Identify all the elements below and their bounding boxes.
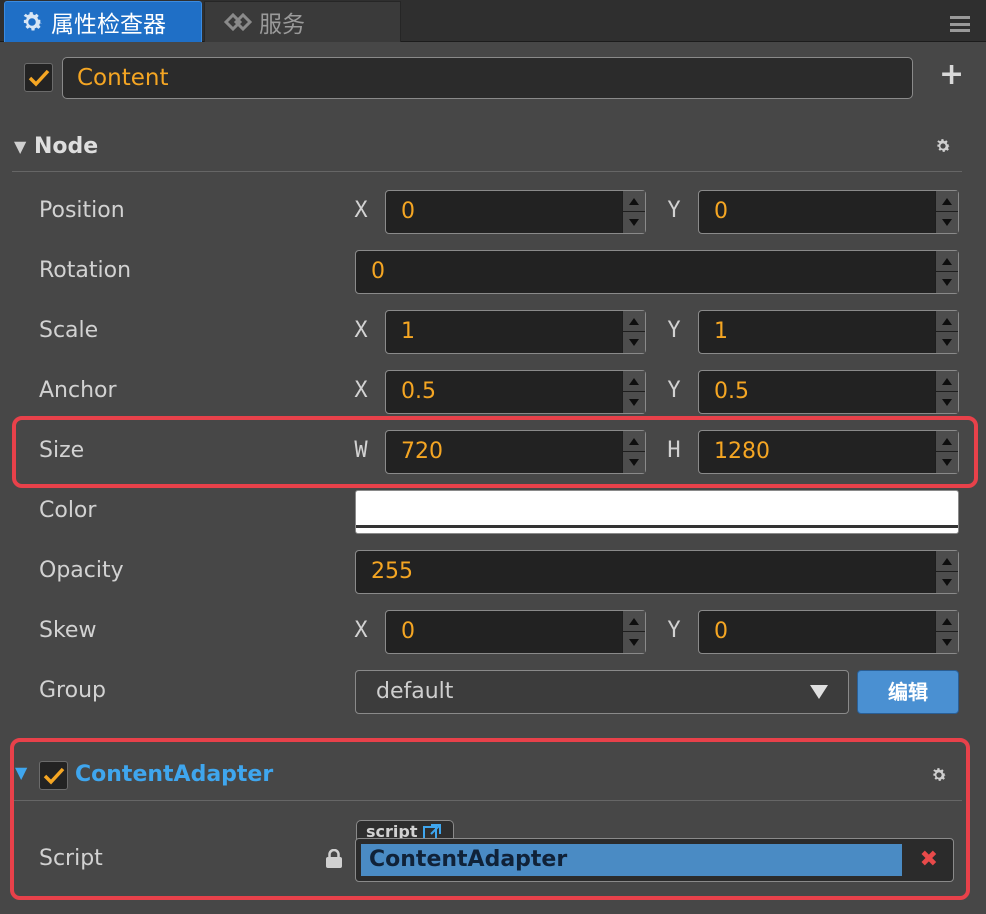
position-x-value: 0	[401, 199, 415, 224]
tab-inspector-label: 属性检查器	[51, 12, 166, 38]
color-picker[interactable]	[355, 490, 959, 534]
scale-x-label: X	[354, 318, 368, 343]
checkmark-icon	[28, 69, 50, 87]
position-y-stepper[interactable]	[935, 191, 958, 233]
opacity-value: 255	[371, 559, 413, 584]
anchor-x-value: 0.5	[401, 379, 436, 404]
position-label: Position	[39, 198, 125, 223]
add-component-button[interactable]: +	[939, 60, 964, 90]
skew-x-label: X	[354, 618, 368, 643]
skew-y-label: Y	[667, 618, 681, 643]
node-section-header[interactable]: ▼ Node	[12, 122, 962, 172]
scale-y-label: Y	[667, 318, 681, 343]
node-name-input[interactable]: Content	[62, 57, 913, 99]
group-edit-button[interactable]: 编辑	[857, 670, 959, 714]
group-value: default	[376, 679, 454, 704]
node-active-checkbox[interactable]	[24, 63, 53, 92]
rotation-label: Rotation	[39, 258, 132, 283]
position-y-value: 0	[714, 199, 728, 224]
scale-y-stepper[interactable]	[935, 311, 958, 353]
section-title: Node	[34, 134, 99, 159]
position-y-field[interactable]: 0	[698, 190, 959, 234]
anchor-x-stepper[interactable]	[622, 371, 645, 413]
position-x-stepper[interactable]	[622, 191, 645, 233]
position-x-field[interactable]: 0	[385, 190, 646, 234]
scale-y-field[interactable]: 1	[698, 310, 959, 354]
scale-y-value: 1	[714, 319, 728, 344]
tab-service-label: 服务	[259, 12, 305, 38]
dropdown-arrow-icon	[810, 685, 828, 699]
tab-inspector[interactable]: 属性检查器	[4, 1, 202, 42]
skew-y-stepper[interactable]	[935, 611, 958, 653]
skew-x-value: 0	[401, 619, 415, 644]
tab-service[interactable]: 服务	[204, 1, 401, 42]
position-x-label: X	[354, 198, 368, 223]
service-icon	[223, 12, 253, 32]
anchor-y-stepper[interactable]	[935, 371, 958, 413]
skew-y-value: 0	[714, 619, 728, 644]
skew-label: Skew	[39, 618, 97, 643]
anchor-x-field[interactable]: 0.5	[385, 370, 646, 414]
scale-x-value: 1	[401, 319, 415, 344]
rotation-value: 0	[371, 259, 385, 284]
size-highlight-box	[12, 416, 978, 488]
gear-icon[interactable]	[934, 137, 952, 159]
anchor-x-label: X	[354, 378, 368, 403]
component-highlight-box	[10, 738, 970, 900]
anchor-label: Anchor	[39, 378, 117, 403]
position-y-label: Y	[667, 198, 681, 223]
opacity-label: Opacity	[39, 558, 124, 583]
group-label: Group	[39, 678, 106, 703]
skew-y-field[interactable]: 0	[698, 610, 959, 654]
opacity-stepper[interactable]	[935, 551, 958, 593]
opacity-field[interactable]: 255	[355, 550, 959, 594]
rotation-stepper[interactable]	[935, 251, 958, 293]
gear-icon	[19, 9, 45, 35]
collapse-arrow-icon: ▼	[14, 137, 27, 156]
anchor-y-value: 0.5	[714, 379, 749, 404]
scale-x-stepper[interactable]	[622, 311, 645, 353]
anchor-y-field[interactable]: 0.5	[698, 370, 959, 414]
anchor-y-label: Y	[667, 378, 681, 403]
color-label: Color	[39, 498, 97, 523]
skew-x-field[interactable]: 0	[385, 610, 646, 654]
scale-x-field[interactable]: 1	[385, 310, 646, 354]
rotation-field[interactable]: 0	[355, 250, 959, 294]
color-alpha-strip	[356, 525, 958, 528]
scale-label: Scale	[39, 318, 99, 343]
skew-x-stepper[interactable]	[622, 611, 645, 653]
group-select[interactable]: default	[355, 670, 849, 714]
tab-bar: 属性检查器 服务	[0, 0, 986, 42]
menu-icon[interactable]	[950, 16, 970, 32]
